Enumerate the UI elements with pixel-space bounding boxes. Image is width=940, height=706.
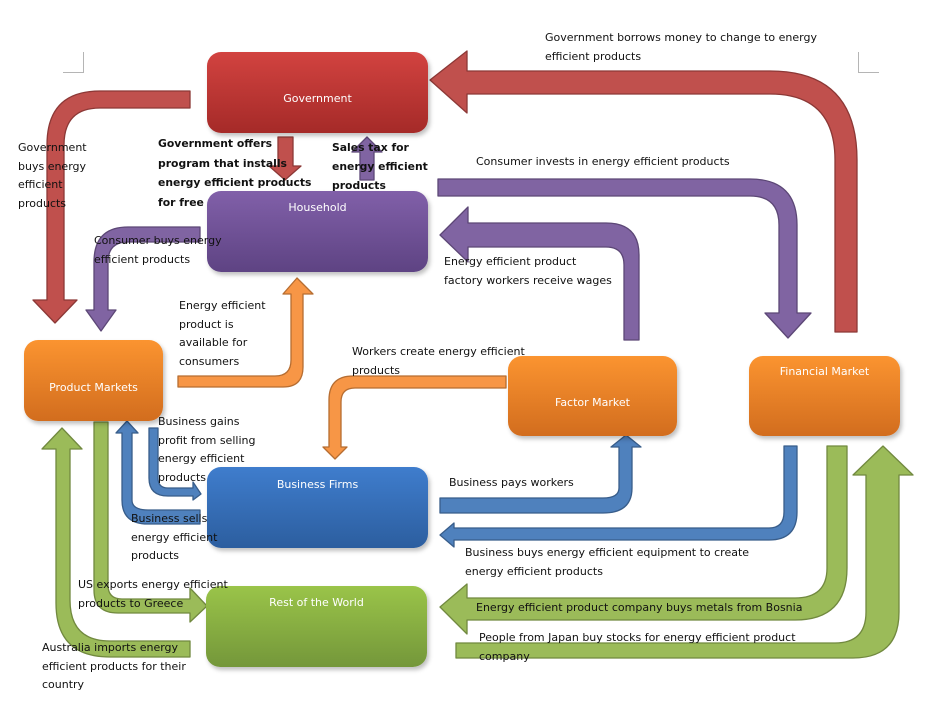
node-product-markets: Product Markets bbox=[24, 340, 163, 421]
label-gov-borrows: Government borrows money to change to en… bbox=[545, 31, 817, 63]
node-financial-market-label: Financial Market bbox=[779, 365, 870, 378]
circular-flow-diagram: Government Household Product Markets Fac… bbox=[0, 0, 940, 706]
node-product-markets-label: Product Markets bbox=[49, 381, 138, 394]
node-rest-of-world-label: Rest of the World bbox=[269, 596, 364, 609]
label-factory-wages: Energy efficient product factory workers… bbox=[444, 255, 612, 287]
label-business-buys-equipment: Business buys energy efficient equipment… bbox=[465, 546, 750, 578]
label-gov-offers: Government offers program that installs … bbox=[158, 137, 312, 209]
node-government: Government bbox=[207, 52, 428, 133]
label-gov-buys: Government buys energy efficient product… bbox=[18, 141, 87, 210]
label-sales-tax: Sales tax for energy efficient products bbox=[332, 141, 428, 192]
node-factor-market: Factor Market bbox=[508, 356, 677, 436]
node-financial-market: Financial Market bbox=[749, 356, 900, 436]
arrow-workers-create bbox=[322, 375, 507, 460]
node-factor-market-label: Factor Market bbox=[555, 396, 630, 409]
label-business-sells: Business sells energy efficient products bbox=[131, 512, 218, 562]
label-japan-stocks: People from Japan buy stocks for energy … bbox=[479, 631, 796, 663]
label-consumer-buys: Consumer buys energy efficient products bbox=[94, 234, 222, 266]
label-us-exports: US exports energy efficient products to … bbox=[78, 578, 228, 610]
label-product-available: Energy efficient product is available fo… bbox=[179, 299, 266, 368]
label-business-gains: Business gains profit from selling energ… bbox=[158, 415, 256, 484]
label-australia-imports: Australia imports energy efficient produ… bbox=[42, 641, 186, 691]
label-consumer-invests: Consumer invests in energy efficient pro… bbox=[476, 155, 730, 168]
label-workers-create: Workers create energy efficient products bbox=[352, 345, 525, 377]
label-buys-metals: Energy efficient product company buys me… bbox=[476, 601, 803, 614]
node-government-label: Government bbox=[283, 92, 352, 105]
label-business-pays: Business pays workers bbox=[449, 476, 574, 489]
node-rest-of-world: Rest of the World bbox=[206, 586, 427, 667]
